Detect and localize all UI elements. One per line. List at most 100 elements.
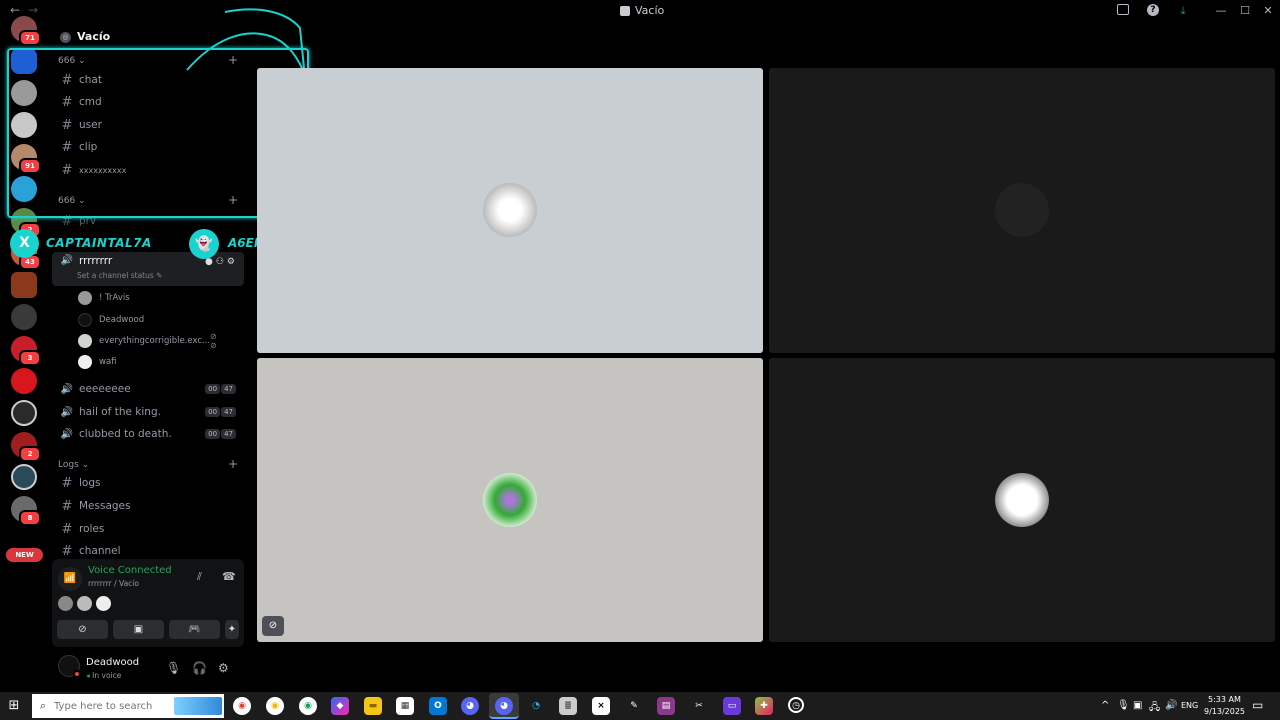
voice-user[interactable]: Deadwood <box>78 311 144 329</box>
clock-date[interactable]: 9/13/2025 <box>1204 707 1245 716</box>
voice-channel[interactable]: 🔊 eeeeeeee 00 47 <box>52 379 244 399</box>
voice-status[interactable]: Voice Connected <box>88 565 172 576</box>
channel-roles[interactable]: # roles <box>52 519 244 539</box>
voice-user[interactable]: wafi <box>78 353 117 371</box>
voice-channel[interactable]: 🔊 hail of the king. 00 47 <box>52 402 244 422</box>
copilot-icon[interactable]: ◆ <box>331 697 349 715</box>
server-icon[interactable] <box>11 368 37 394</box>
video-tile[interactable] <box>769 358 1275 642</box>
headphones-icon[interactable]: 🎧 <box>192 661 207 675</box>
server-icon[interactable] <box>11 400 37 426</box>
stream-preview-off-icon[interactable]: ⊘ <box>262 616 284 636</box>
video-tile[interactable] <box>257 68 763 353</box>
folder-icon[interactable]: ▭ <box>723 697 741 715</box>
chevron-up-icon[interactable]: ^ <box>1101 700 1109 711</box>
disconnect-icon[interactable]: ☎ <box>222 570 236 583</box>
network-icon[interactable]: 🖧 <box>1149 700 1160 717</box>
volume-icon[interactable]: 🔊 <box>1165 700 1177 711</box>
outlook-icon[interactable]: O <box>429 697 447 715</box>
voice-user[interactable]: ! TrAvis <box>78 289 130 307</box>
voice-user[interactable]: everythingcorrigible.exc... ⊘ ⊘ <box>78 332 217 350</box>
channel-xxxxxxxxxx[interactable]: # xxxxxxxxxx <box>52 160 244 180</box>
help-icon[interactable]: ? <box>1147 4 1159 16</box>
notepad-icon[interactable]: ≣ <box>559 697 577 715</box>
app-swirl-icon[interactable]: ◔ <box>527 697 545 715</box>
capcut-alt-icon[interactable]: ✂ <box>690 697 708 715</box>
channel-user[interactable]: # user <box>52 115 244 135</box>
chrome-icon[interactable]: ◉ <box>266 697 284 715</box>
channel-clip[interactable]: # clip <box>52 137 244 157</box>
channel-logs[interactable]: # logs <box>52 473 244 493</box>
video-tile[interactable] <box>257 358 763 642</box>
soundboard-button[interactable]: ✦ <box>225 620 239 639</box>
microphone-icon[interactable]: 🎙 <box>166 661 181 675</box>
category-header[interactable]: 666 ⌄ <box>58 196 86 206</box>
activity-button[interactable]: 🎮 <box>169 620 220 639</box>
voice-channel[interactable]: 🔊 clubbed to death. 00 47 <box>52 424 244 444</box>
avatar[interactable] <box>58 655 81 678</box>
category-header[interactable]: Logs ⌄ <box>58 460 89 470</box>
server-icon[interactable]: 2 <box>11 432 41 462</box>
noise-suppression-icon[interactable]: ⫽ <box>197 570 202 584</box>
chrome-icon[interactable]: ◉ <box>299 697 317 715</box>
minimize-icon[interactable]: — <box>1214 4 1228 18</box>
search-input[interactable] <box>54 700 194 712</box>
discord-icon[interactable]: ◕ <box>461 697 479 715</box>
server-icon[interactable] <box>11 48 37 74</box>
channel-prv[interactable]: # prv <box>52 211 244 231</box>
pen-icon[interactable]: ✎ <box>625 697 643 715</box>
server-icon[interactable] <box>11 272 37 298</box>
winrar-icon[interactable]: ▤ <box>657 697 675 715</box>
screen-share-button[interactable]: ▣ <box>113 620 164 639</box>
camera-off-button[interactable]: ⊘ <box>57 620 108 639</box>
forward-arrow-icon[interactable]: → <box>28 3 38 17</box>
server-icon[interactable]: 8 <box>11 496 41 526</box>
category-header[interactable]: 666 ⌄ <box>58 56 86 66</box>
server-icon[interactable]: 3 <box>11 336 41 366</box>
game-icon[interactable]: ✚ <box>755 697 773 715</box>
server-icon[interactable] <box>11 80 37 106</box>
channel-messages[interactable]: # Messages <box>52 496 244 516</box>
channel-actions[interactable]: ●⚇⚙ <box>205 257 238 267</box>
avatar <box>995 183 1049 237</box>
snapchat-icon: 👻 <box>189 229 219 259</box>
nvidia-icon[interactable]: ▣ <box>1133 700 1142 711</box>
notification-icon[interactable]: ▭ <box>1252 698 1263 712</box>
server-icon[interactable] <box>11 112 37 138</box>
signal-icon[interactable]: 📶 <box>58 567 82 591</box>
voice-channel-active[interactable]: 🔊 rrrrrrrr Set a channel status ✎ ●⚇⚙ <box>52 252 244 286</box>
back-arrow-icon[interactable]: ← <box>10 3 20 17</box>
add-channel-icon[interactable]: + <box>228 457 238 471</box>
channel-channel[interactable]: # channel <box>52 541 244 561</box>
settings-icon[interactable]: ⚙ <box>227 257 238 267</box>
chrome-icon[interactable]: ◉ <box>233 697 251 715</box>
store-icon[interactable]: ▦ <box>396 697 414 715</box>
taskbar-search[interactable]: ⌕ <box>32 694 224 718</box>
clock-app-icon[interactable]: ◷ <box>788 697 804 713</box>
screen-icon[interactable] <box>1117 4 1129 15</box>
channel-cmd[interactable]: # cmd <box>52 92 244 112</box>
settings-icon[interactable]: ⚙ <box>218 661 229 675</box>
microphone-icon[interactable]: 🎙 <box>1117 700 1130 711</box>
server-icon[interactable] <box>11 464 37 490</box>
server-icon[interactable] <box>11 176 37 202</box>
channel-status-hint[interactable]: Set a channel status ✎ <box>77 271 162 280</box>
add-channel-icon[interactable]: + <box>228 193 238 207</box>
voice-location[interactable]: rrrrrrrr / Vacío <box>88 579 139 588</box>
capcut-icon[interactable]: ⨯ <box>592 697 610 715</box>
discord-active-icon[interactable]: ◕ <box>489 693 519 719</box>
invite-icon[interactable]: ⚇ <box>216 257 227 267</box>
close-icon[interactable]: ✕ <box>1261 4 1275 18</box>
maximize-icon[interactable]: ☐ <box>1238 4 1252 18</box>
clock-time[interactable]: 5:33 AM <box>1208 695 1241 704</box>
new-badge[interactable]: NEW <box>6 548 43 562</box>
file-explorer-icon[interactable]: ▬ <box>364 697 382 715</box>
server-icon[interactable] <box>11 304 37 330</box>
server-icon[interactable]: 71 <box>11 16 41 46</box>
windows-start-icon[interactable]: ⊞ <box>6 698 22 714</box>
user-name[interactable]: Deadwood <box>86 657 139 668</box>
server-icon[interactable]: 91 <box>11 144 41 174</box>
video-tile[interactable] <box>769 68 1275 353</box>
language-indicator[interactable]: ENG <box>1181 701 1198 710</box>
download-icon[interactable]: ⤓ <box>1176 4 1190 18</box>
